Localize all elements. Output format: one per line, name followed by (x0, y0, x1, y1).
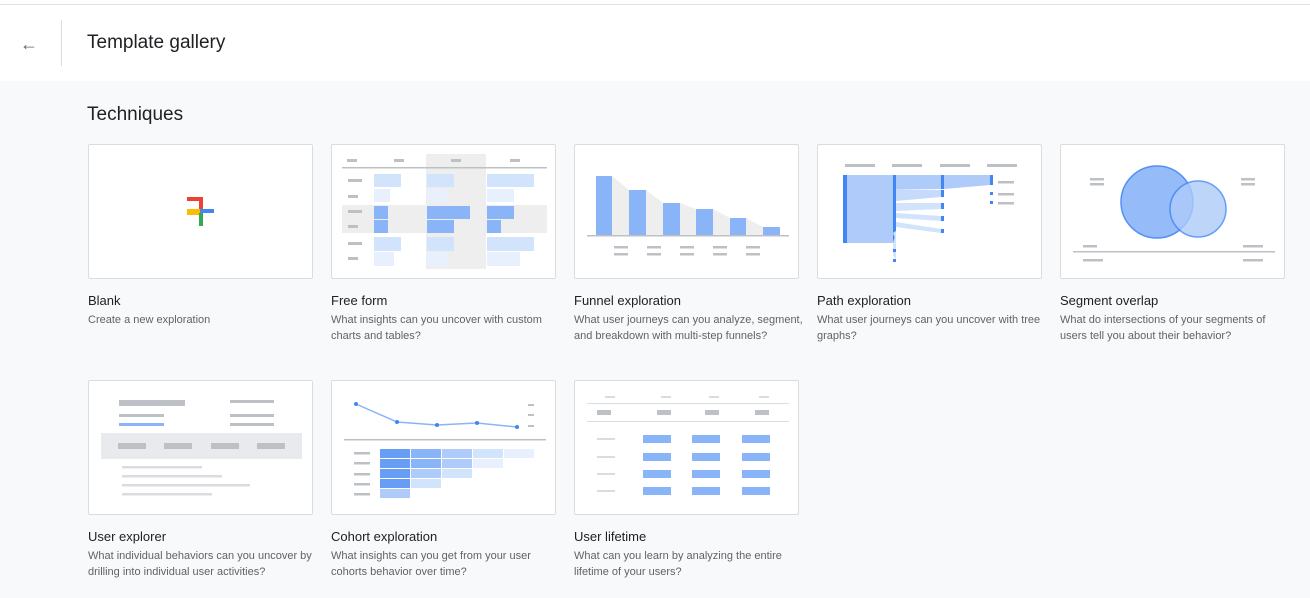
card-description: What can you learn by analyzing the enti… (574, 550, 782, 578)
template-card-path-exploration[interactable]: Path exploration What user journeys can … (817, 144, 1042, 344)
card-description: What user journeys can you uncover with … (817, 314, 1041, 342)
section-title: Techniques (87, 104, 184, 125)
card-description: What insights can you get from your user… (331, 550, 531, 578)
card-description: Create a new exploration (88, 314, 211, 326)
thumbnail-cohort (331, 380, 556, 515)
card-title: User explorer (88, 529, 167, 544)
thumbnail-funnel (574, 144, 799, 279)
thumbnail-blank (88, 144, 313, 279)
card-title: Segment overlap (1060, 293, 1159, 308)
template-card-funnel-exploration[interactable]: Funnel exploration What user journeys ca… (574, 144, 803, 344)
card-title: Funnel exploration (574, 293, 681, 308)
template-card-user-lifetime[interactable]: User lifetime What can you learn by anal… (574, 380, 799, 580)
cohort-chart-illustration (344, 402, 546, 498)
header-divider (61, 20, 62, 66)
template-card-segment-overlap[interactable]: Segment overlap What do intersections of… (1060, 144, 1285, 344)
thumbnail-path (817, 144, 1042, 279)
card-description: What do intersections of your segments o… (1060, 314, 1266, 342)
page-title: Template gallery (87, 32, 226, 53)
plus-icon (187, 197, 214, 226)
thumbnail-segment-overlap (1060, 144, 1285, 279)
card-title: Path exploration (817, 293, 911, 308)
table-illustration (342, 154, 547, 269)
card-description: What user journeys can you analyze, segm… (574, 314, 803, 342)
template-card-blank[interactable]: Blank Create a new exploration (88, 144, 313, 328)
page-header: ← Template gallery (0, 5, 1310, 81)
funnel-chart-illustration (587, 176, 789, 256)
tree-graph-illustration (843, 164, 1017, 262)
back-button[interactable]: ← (14, 29, 44, 59)
venn-diagram-illustration (1073, 165, 1275, 262)
lifetime-table-illustration (587, 396, 789, 495)
card-title: Cohort exploration (331, 529, 438, 544)
thumbnail-user-lifetime (574, 380, 799, 515)
card-description: What individual behaviors can you uncove… (88, 550, 312, 578)
user-activity-illustration (101, 400, 302, 496)
thumbnail-user-explorer (88, 380, 313, 515)
template-card-user-explorer[interactable]: User explorer What individual behaviors … (88, 380, 313, 580)
thumbnail-free-form (331, 144, 556, 279)
template-card-free-form[interactable]: Free form What insights can you uncover … (331, 144, 556, 344)
card-title: Free form (331, 293, 388, 308)
card-title: User lifetime (574, 529, 647, 544)
template-card-cohort-exploration[interactable]: Cohort exploration What insights can you… (331, 380, 556, 580)
arrow-left-icon: ← (20, 33, 38, 54)
card-title: Blank (88, 293, 121, 308)
card-description: What insights can you uncover with custo… (331, 314, 542, 342)
